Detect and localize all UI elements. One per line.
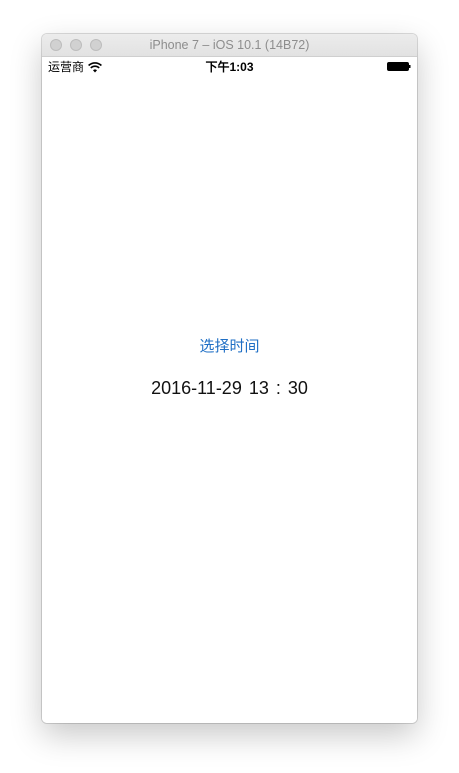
simulator-window: iPhone 7 – iOS 10.1 (14B72) 运营商 下午1:03 选… [42,34,417,723]
window-title: iPhone 7 – iOS 10.1 (14B72) [149,38,310,52]
window-titlebar[interactable]: iPhone 7 – iOS 10.1 (14B72) [42,34,417,57]
device-screen: 运营商 下午1:03 选择时间 2016-11-29 13 : 30 [42,57,417,723]
status-time: 下午1:03 [205,60,254,74]
battery-icon [387,62,411,71]
selected-datetime-label: 2016-11-29 13 : 30 [151,378,308,398]
status-bar: 运营商 下午1:03 [42,57,417,77]
pick-time-button[interactable]: 选择时间 [42,335,417,356]
